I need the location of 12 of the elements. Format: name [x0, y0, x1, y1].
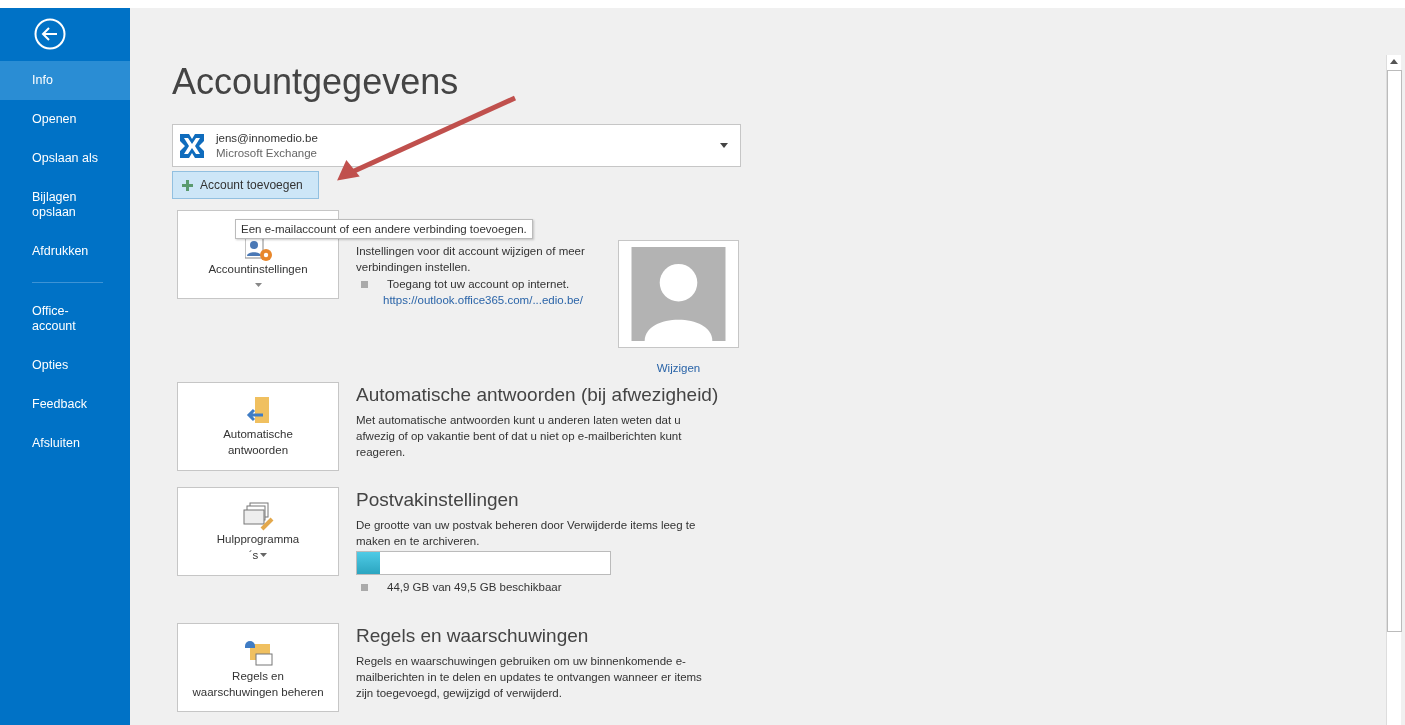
section-description: Instellingen voor dit account wijzigen of meer verbindingen instellen.	[356, 244, 586, 275]
page-title: Accountgegevens	[172, 62, 460, 102]
section-heading: Postvakinstellingen	[356, 489, 520, 511]
account-email: jens@innomedio.be	[216, 132, 319, 144]
bullet-text: Toegang tot uw account op internet.	[387, 278, 570, 290]
section-description: Met automatische antwoorden kunt u anderen laten weten dat u afwezig of op vakantie bent of dat u niet op e-mailberichten kunt reageren.	[356, 413, 683, 460]
section-heading: Automatische antwoorden (bij afwezigheid)	[356, 384, 718, 406]
bullet-text: 44,9 GB van 49,5 GB beschikbaar	[387, 581, 562, 593]
section-heading: Regels en waarschuwingen	[356, 625, 590, 647]
section-description: De grootte van uw postvak beheren door Verwijderde items leeg te maken en te archiveren.	[356, 518, 697, 549]
account-type: Microsoft Exchange	[216, 147, 318, 159]
section-description: Regels en waarschuwingen gebruiken om uw binnenkomende e-mailberichten in te delen en updates te ontvangen wanneer er items zijn toegevoegd, gewijzigd of verwijderd.	[356, 654, 703, 701]
